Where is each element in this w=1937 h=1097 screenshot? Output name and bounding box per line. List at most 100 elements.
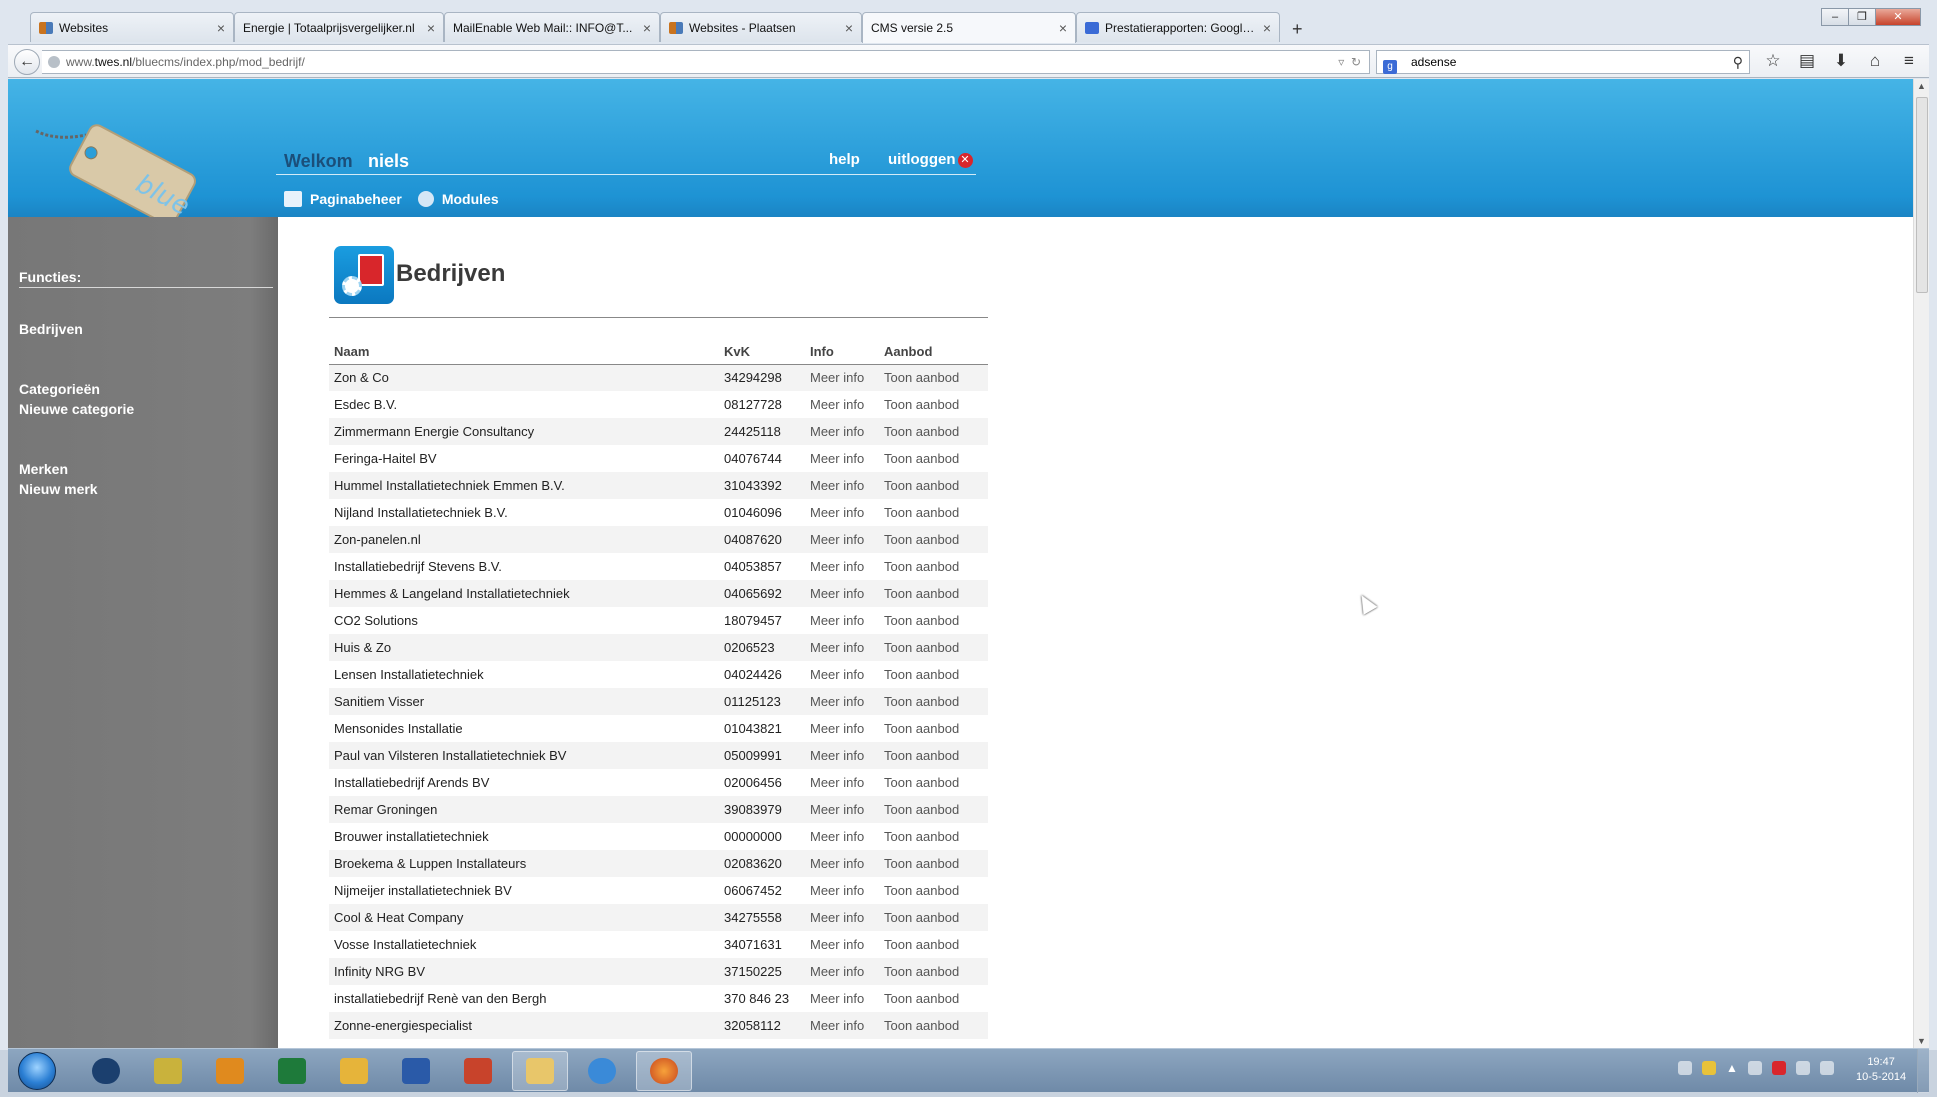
meer-info-link[interactable]: Meer info [805,580,879,607]
taskbar-app-icon[interactable] [140,1051,196,1091]
logout-link[interactable]: uitloggen ✕ [888,151,973,168]
meer-info-link[interactable]: Meer info [805,445,879,472]
taskbar-ie-icon[interactable] [574,1051,630,1091]
toon-aanbod-link[interactable]: Toon aanbod [879,985,988,1012]
taskbar-powerpoint-icon[interactable] [450,1051,506,1091]
toon-aanbod-link[interactable]: Toon aanbod [879,526,988,553]
bookmark-star-icon[interactable]: ☆ [1763,51,1783,71]
window-close-icon[interactable]: ✕ [1875,8,1921,26]
scrollbar-thumb[interactable] [1916,97,1928,293]
sidebar-item-nieuwe-categorie[interactable]: Nieuwe categorie [19,401,134,417]
close-icon[interactable]: × [845,20,853,36]
toon-aanbod-link[interactable]: Toon aanbod [879,364,988,391]
close-icon[interactable]: × [643,20,651,36]
tab-mailenable[interactable]: MailEnable Web Mail:: INFO@T... × [444,12,660,42]
sidebar-item-bedrijven[interactable]: Bedrijven [19,321,83,337]
close-icon[interactable]: × [427,20,435,36]
taskbar-explorer-icon[interactable] [512,1051,568,1091]
meer-info-link[interactable]: Meer info [805,553,879,580]
show-desktop-button[interactable] [1917,1049,1929,1093]
close-icon[interactable]: × [217,20,225,36]
help-link[interactable]: help [829,151,860,168]
toon-aanbod-link[interactable]: Toon aanbod [879,1012,988,1039]
meer-info-link[interactable]: Meer info [805,823,879,850]
maximize-icon[interactable]: ❐ [1848,8,1876,26]
network-icon[interactable] [1795,1061,1810,1075]
meer-info-link[interactable]: Meer info [805,634,879,661]
alert-icon[interactable] [1702,1061,1716,1075]
download-icon[interactable]: ⬇ [1831,51,1851,71]
meer-info-link[interactable]: Meer info [805,1012,879,1039]
sidebar-item-nieuw-merk[interactable]: Nieuw merk [19,481,98,497]
meer-info-link[interactable]: Meer info [805,796,879,823]
meer-info-link[interactable]: Meer info [805,661,879,688]
toon-aanbod-link[interactable]: Toon aanbod [879,391,988,418]
toon-aanbod-link[interactable]: Toon aanbod [879,553,988,580]
taskbar-media-icon[interactable] [202,1051,258,1091]
meer-info-link[interactable]: Meer info [805,499,879,526]
meer-info-link[interactable]: Meer info [805,769,879,796]
taskbar-excel-icon[interactable] [264,1051,320,1091]
toon-aanbod-link[interactable]: Toon aanbod [879,607,988,634]
taskbar-word-icon[interactable] [388,1051,444,1091]
menu-icon[interactable]: ≡ [1899,51,1919,71]
clock[interactable]: 19:47 10-5-2014 [1856,1055,1906,1085]
meer-info-link[interactable]: Meer info [805,418,879,445]
nav-paginabeheer[interactable]: Paginabeheer [284,191,402,207]
toon-aanbod-link[interactable]: Toon aanbod [879,499,988,526]
toon-aanbod-link[interactable]: Toon aanbod [879,418,988,445]
page-scrollbar[interactable]: ▲ ▼ [1913,79,1929,1048]
close-icon[interactable]: × [1263,20,1271,36]
meer-info-link[interactable]: Meer info [805,715,879,742]
meer-info-link[interactable]: Meer info [805,850,879,877]
toon-aanbod-link[interactable]: Toon aanbod [879,634,988,661]
keyboard-icon[interactable] [1678,1061,1692,1075]
minimize-icon[interactable]: – [1821,8,1849,26]
meer-info-link[interactable]: Meer info [805,391,879,418]
meer-info-link[interactable]: Meer info [805,607,879,634]
new-tab-icon[interactable]: + [1292,19,1303,40]
bluetooth-icon[interactable] [1747,1061,1762,1075]
close-icon[interactable]: × [1059,20,1067,36]
meer-info-link[interactable]: Meer info [805,688,879,715]
meer-info-link[interactable]: Meer info [805,472,879,499]
toon-aanbod-link[interactable]: Toon aanbod [879,580,988,607]
toon-aanbod-link[interactable]: Toon aanbod [879,850,988,877]
taskbar-outlook-icon[interactable] [326,1051,382,1091]
nav-modules[interactable]: Modules [417,191,499,207]
home-icon[interactable]: ⌂ [1865,51,1885,71]
toon-aanbod-link[interactable]: Toon aanbod [879,823,988,850]
taskbar-hp-icon[interactable] [78,1051,134,1091]
toon-aanbod-link[interactable]: Toon aanbod [879,958,988,985]
security-icon[interactable] [1771,1061,1786,1075]
toon-aanbod-link[interactable]: Toon aanbod [879,931,988,958]
sidebar-item-merken[interactable]: Merken [19,461,68,477]
tab-websites[interactable]: Websites × [30,12,234,42]
meer-info-link[interactable]: Meer info [805,742,879,769]
toon-aanbod-link[interactable]: Toon aanbod [879,661,988,688]
tab-cms[interactable]: CMS versie 2.5 × [862,12,1076,43]
toon-aanbod-link[interactable]: Toon aanbod [879,877,988,904]
tab-energie[interactable]: Energie | Totaalprijsvergelijker.nl × [234,12,444,42]
search-icon[interactable]: ⚲ [1733,51,1743,73]
meer-info-link[interactable]: Meer info [805,526,879,553]
meer-info-link[interactable]: Meer info [805,904,879,931]
taskbar-firefox-icon[interactable] [636,1051,692,1091]
meer-info-link[interactable]: Meer info [805,958,879,985]
meer-info-link[interactable]: Meer info [805,931,879,958]
meer-info-link[interactable]: Meer info [805,364,879,391]
back-arrow-icon[interactable]: ← [14,49,40,75]
meer-info-link[interactable]: Meer info [805,985,879,1012]
dropdown-icon[interactable]: ▿ [1338,55,1344,69]
google-search-engine-icon[interactable]: g [1383,60,1397,74]
address-bar[interactable]: www.twes.nl/bluecms/index.php/mod_bedrij… [42,50,1370,74]
toon-aanbod-link[interactable]: Toon aanbod [879,904,988,931]
toon-aanbod-link[interactable]: Toon aanbod [879,445,988,472]
scroll-up-icon[interactable]: ▲ [1917,81,1926,91]
toon-aanbod-link[interactable]: Toon aanbod [879,688,988,715]
search-input[interactable]: g adsense ⚲ [1376,50,1750,74]
scroll-down-icon[interactable]: ▼ [1917,1036,1926,1046]
tab-prestatierapporten[interactable]: Prestatierapporten: Google... × [1076,12,1280,42]
toon-aanbod-link[interactable]: Toon aanbod [879,742,988,769]
toon-aanbod-link[interactable]: Toon aanbod [879,472,988,499]
